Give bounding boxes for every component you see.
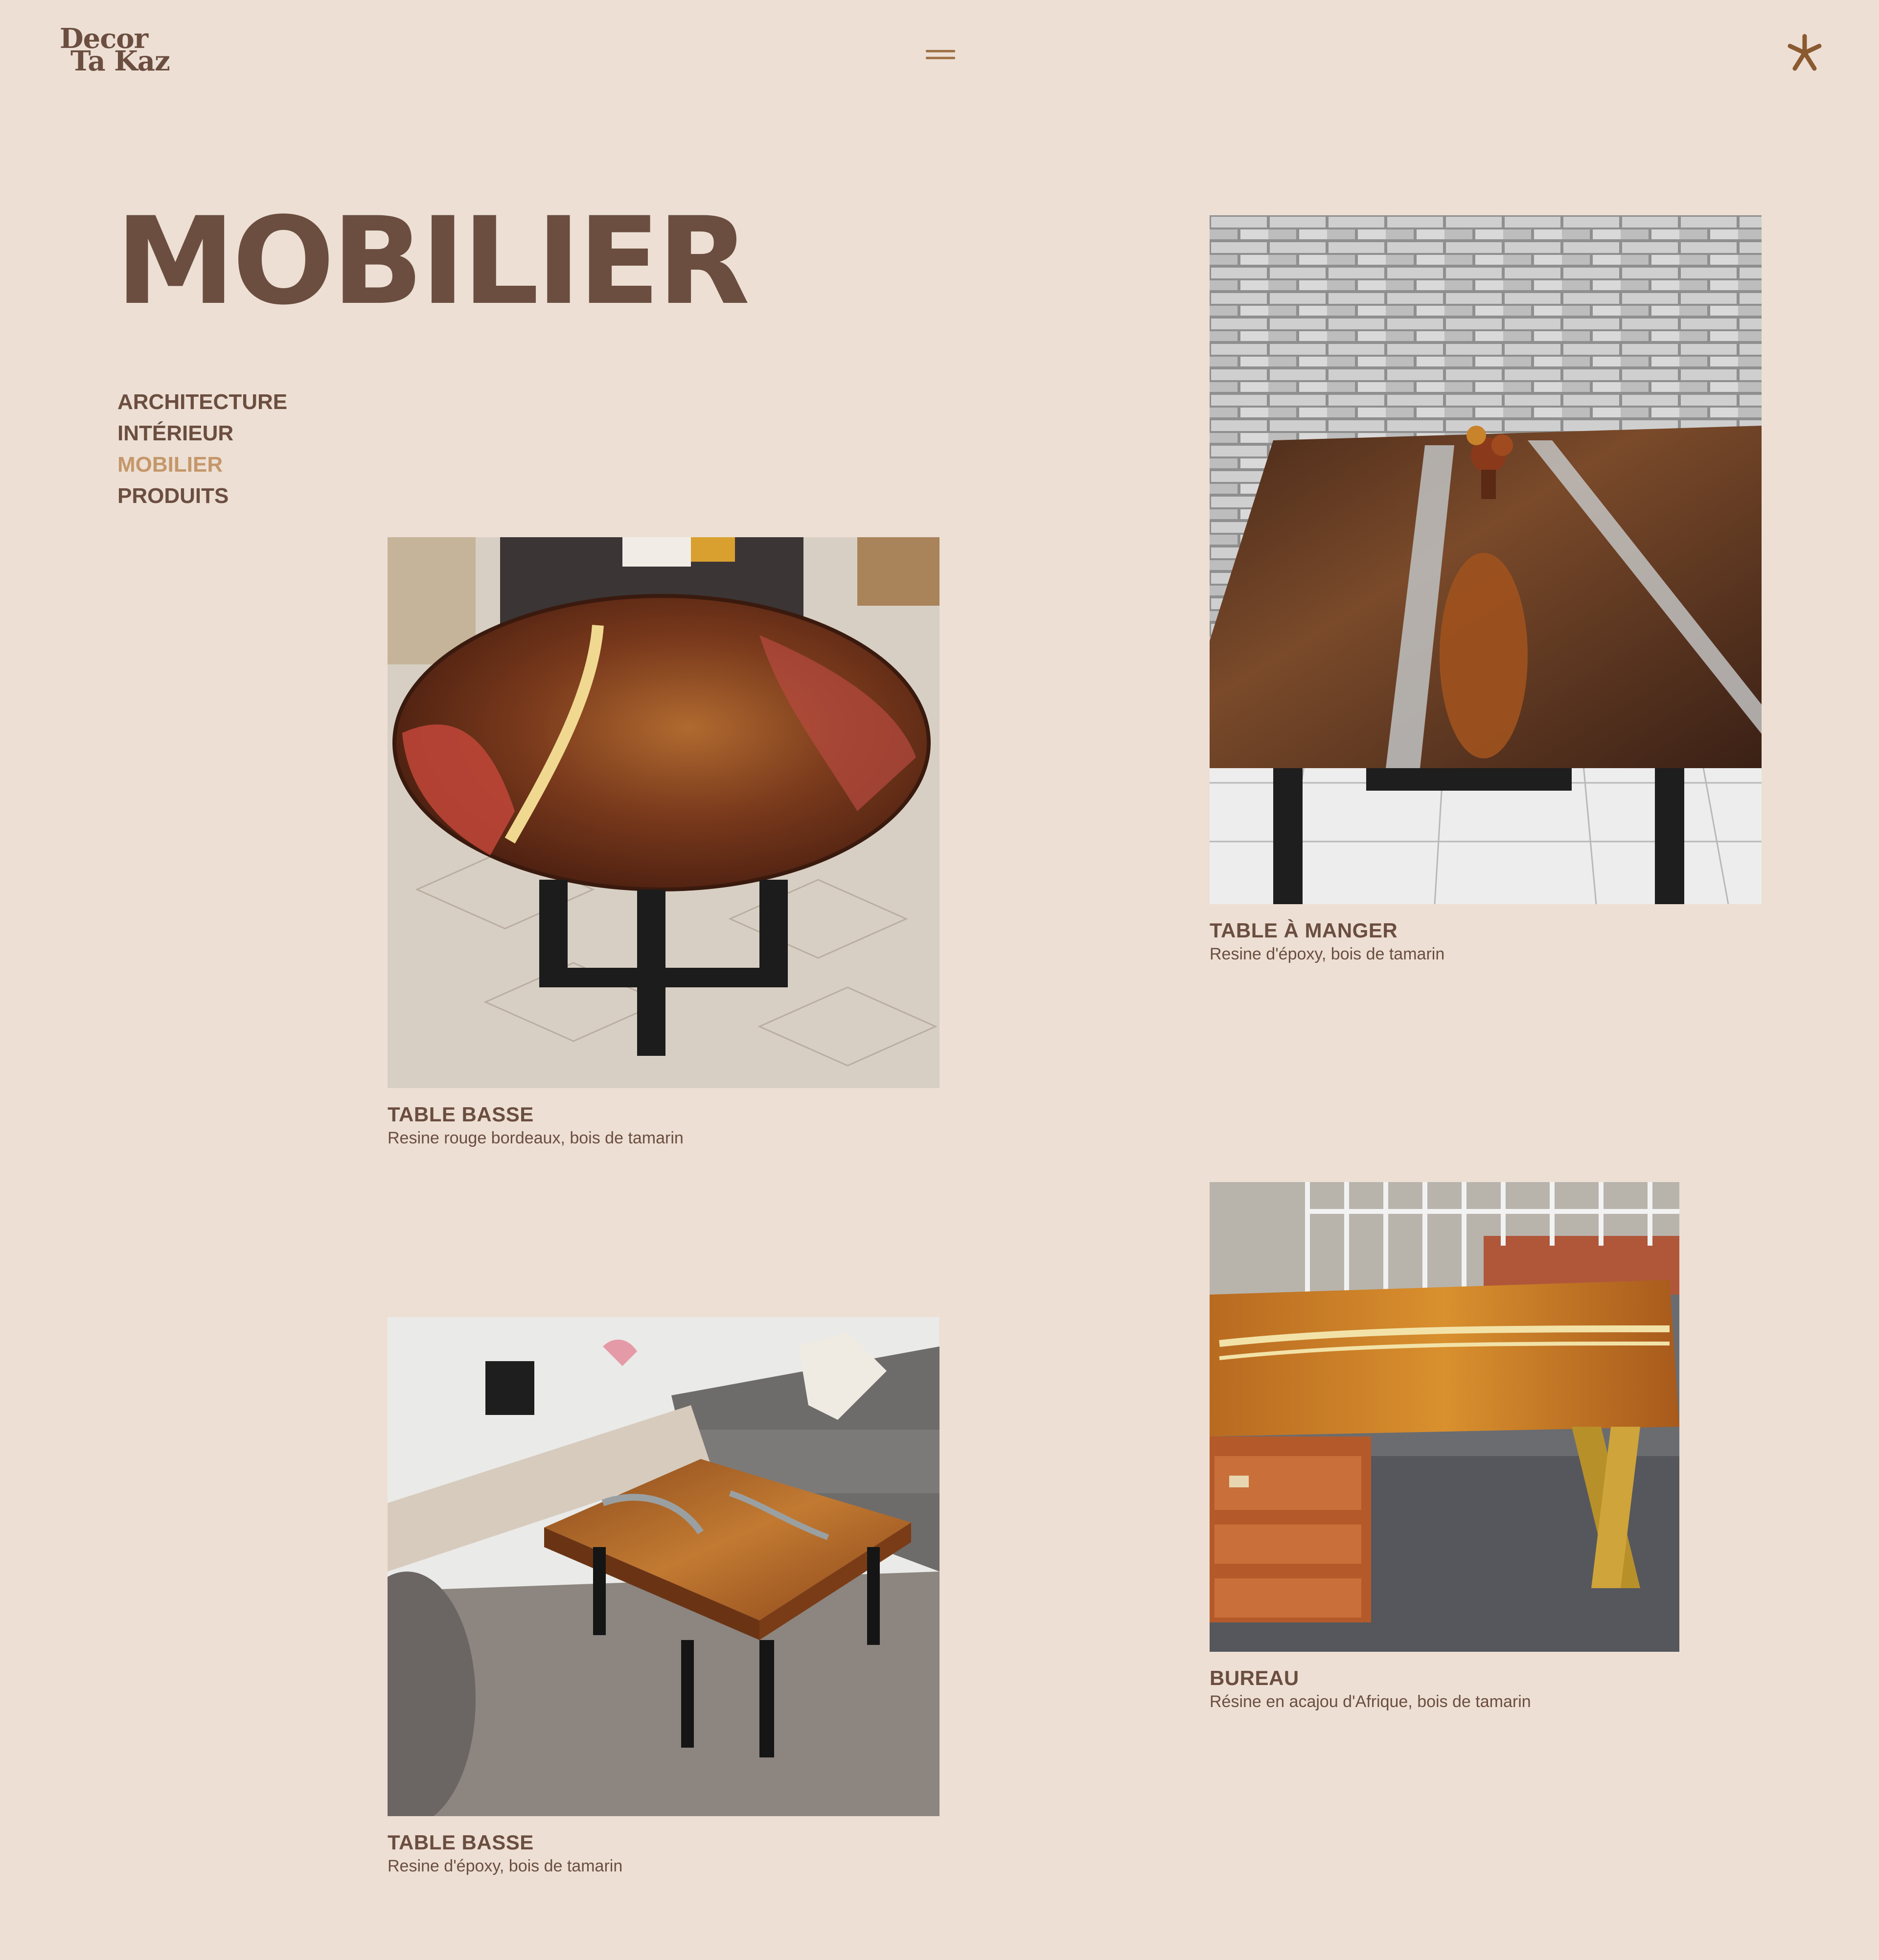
product-image-dining-table[interactable] [1210,215,1762,904]
product-card[interactable]: TABLE BASSE Resine rouge bordeaux, bois … [388,537,940,1149]
product-description: Resine rouge bordeaux, bois de tamarin [388,1129,684,1147]
product-card[interactable]: TABLE À MANGER Resine d'époxy, bois de t… [1210,215,1762,965]
page-title: MOBILIER [115,192,750,332]
product-image-rectangular-coffee-table[interactable] [388,1317,940,1816]
nav-item-architecture[interactable]: ARCHITECTURE [117,387,287,418]
menu-bar [926,50,955,52]
nav-item-produits[interactable]: PRODUITS [117,480,287,512]
menu-bar [926,57,955,59]
product-title: TABLE À MANGER [1210,919,1398,942]
product-card[interactable]: TABLE BASSE Resine d'époxy, bois de tama… [388,1317,940,1877]
category-nav: ARCHITECTURE INTÉRIEUR MOBILIER PRODUITS [117,387,287,512]
product-description: Résine en acajou d'Afrique, bois de tama… [1210,1692,1531,1711]
nav-item-mobilier[interactable]: MOBILIER [117,449,287,480]
product-image-desk[interactable] [1210,1182,1679,1652]
logo-line-2: Ta Kaz [70,45,170,77]
hamburger-menu-icon[interactable] [920,45,959,65]
product-card[interactable]: BUREAU Résine en acajou d'Afrique, bois … [1210,1182,1679,1712]
product-title: TABLE BASSE [388,1831,534,1854]
product-description: Resine d'époxy, bois de tamarin [388,1857,623,1875]
logo[interactable]: Decor Ta Kaz [60,25,170,77]
product-title: BUREAU [1210,1666,1299,1689]
product-title: TABLE BASSE [388,1103,534,1126]
product-image-round-coffee-table[interactable] [388,537,940,1088]
nav-item-interieur[interactable]: INTÉRIEUR [117,418,287,449]
asterisk-icon[interactable] [1784,32,1825,73]
product-description: Resine d'époxy, bois de tamarin [1210,945,1445,963]
